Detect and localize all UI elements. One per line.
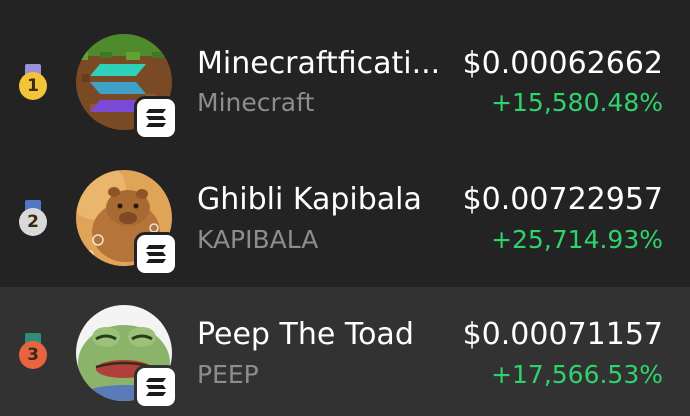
solana-icon [134, 232, 178, 276]
rank-number: 3 [19, 341, 47, 369]
token-name: Peep The Toad [197, 317, 414, 352]
token-price: $0.00722957 [462, 182, 663, 217]
bronze-medal-icon: 3 [17, 333, 49, 373]
solana-icon [134, 96, 178, 140]
token-price: $0.00071157 [462, 317, 663, 352]
token-ticker: PEEP [197, 360, 259, 389]
token-row-peep-the-toad[interactable]: 3 Peep The Toad PEEP $0.00071157 +17,566… [0, 287, 690, 416]
token-change: +17,566.53% [491, 360, 663, 389]
token-price: $0.00062662 [462, 46, 663, 81]
token-name: Minecraftficati... [197, 46, 441, 81]
gold-medal-icon: 1 [17, 64, 49, 104]
trending-token-list: 1 Minecraftficati... Minecraft $0.000626… [0, 0, 690, 416]
token-row-ghibli-kapibala[interactable]: 2 Ghibli Kapibala KAPIBALA $0.00722957 +… [0, 148, 690, 284]
token-ticker: KAPIBALA [197, 225, 319, 254]
silver-medal-icon: 2 [17, 200, 49, 240]
rank-number: 1 [19, 72, 47, 100]
token-ticker: Minecraft [197, 88, 315, 117]
token-change: +15,580.48% [491, 88, 663, 117]
solana-icon [134, 365, 178, 409]
token-name: Ghibli Kapibala [197, 182, 422, 217]
token-change: +25,714.93% [491, 225, 663, 254]
token-row-minecraftfication[interactable]: 1 Minecraftficati... Minecraft $0.000626… [0, 10, 690, 146]
rank-number: 2 [19, 208, 47, 236]
